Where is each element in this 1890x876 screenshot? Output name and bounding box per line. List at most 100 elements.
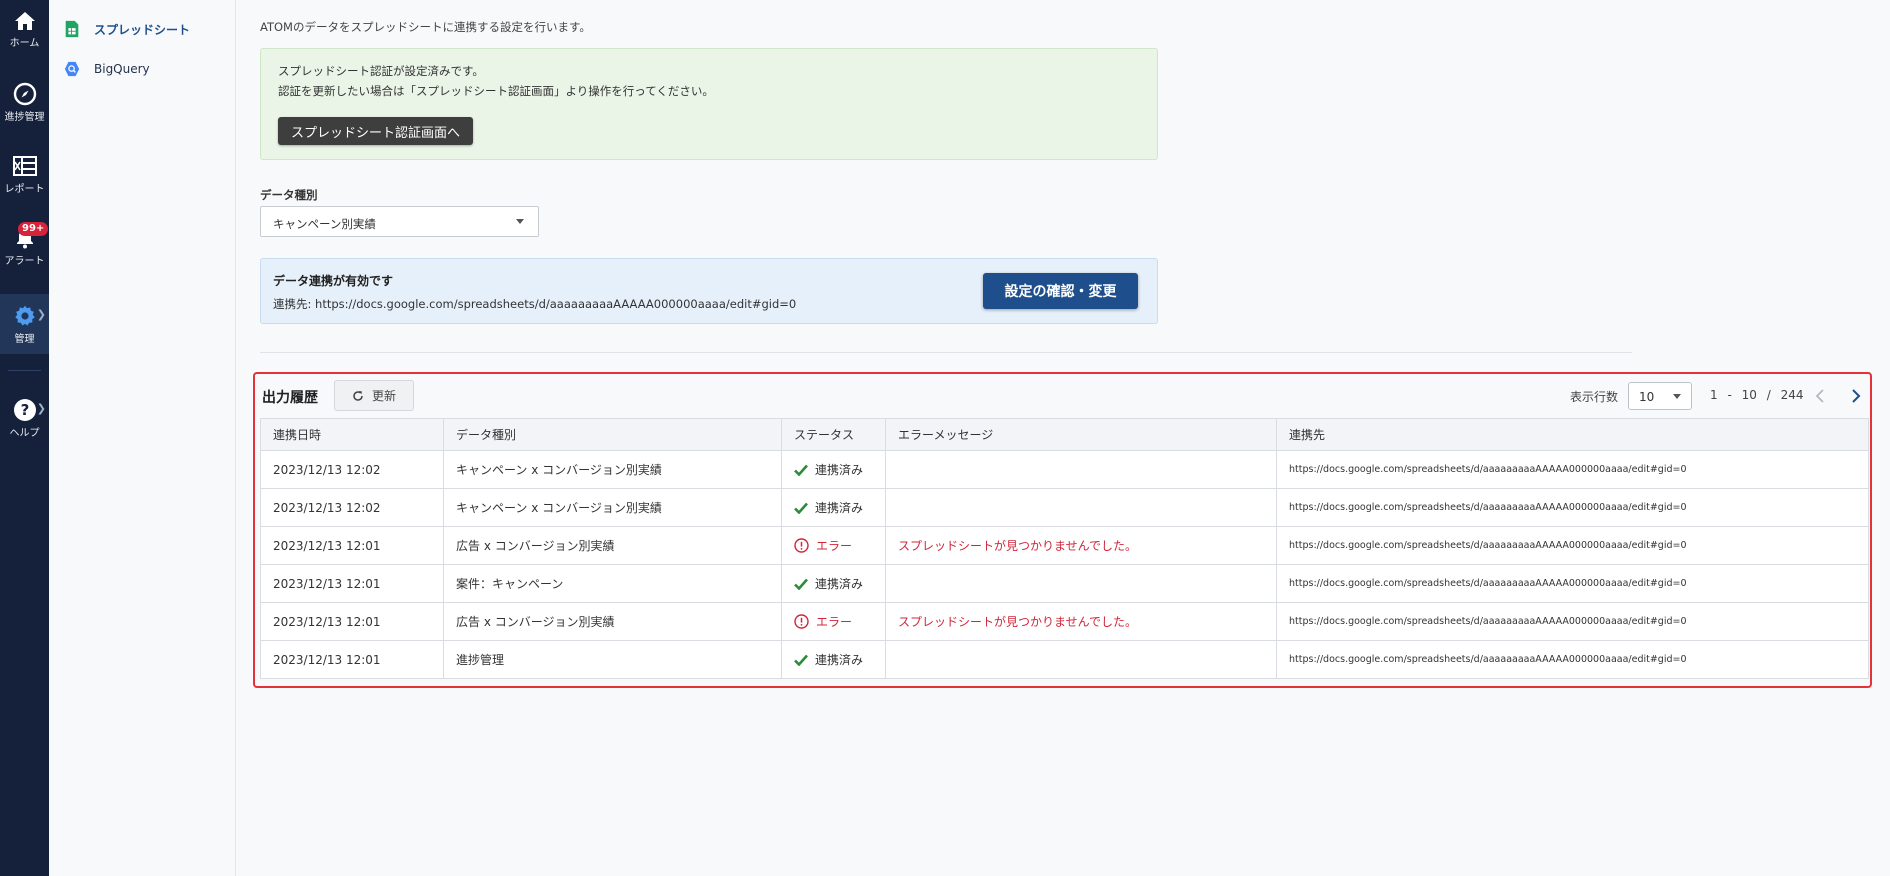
rail-label-alert: アラート: [4, 256, 45, 267]
spreadsheet-icon: [65, 20, 79, 38]
rail-item-report[interactable]: レポート: [0, 144, 49, 204]
table-row: 2023/12/13 12:01 進捗管理 連携済み https://docs.goo…: [260, 640, 1869, 679]
page-range-to: 10: [1741, 388, 1757, 402]
table-row: 2023/12/13 12:01 広告 x コンバージョン別実績 エラー スプレッドシ…: [260, 526, 1869, 565]
chevron-right-icon: ❯: [36, 402, 46, 415]
cell-data-type: 案件：キャンペーン: [443, 564, 782, 603]
rail-label-admin: 管理: [14, 334, 35, 345]
cell-data-type: キャンペーン x コンバージョン別実績: [443, 488, 782, 527]
check-icon: [794, 464, 808, 476]
status-text: 連携済み: [815, 501, 864, 515]
cell-status: 連携済み: [781, 488, 886, 527]
error-circle-icon: [794, 538, 809, 553]
rows-per-page-select[interactable]: 10: [1628, 382, 1692, 410]
cell-data-type: 広告 x コンバージョン別実績: [443, 602, 782, 641]
rail-label-help: ヘルプ: [9, 428, 40, 439]
pagination-info: 1 - 10 / 244: [1710, 388, 1810, 402]
cell-destination-url: https://docs.google.com/spreadsheets/d/a…: [1276, 640, 1869, 679]
svg-text:?: ?: [20, 401, 29, 419]
chevron-right-icon: [1852, 389, 1861, 403]
gear-icon: [14, 305, 35, 326]
next-page-button[interactable]: [1846, 384, 1866, 408]
cell-destination-url: https://docs.google.com/spreadsheets/d/a…: [1276, 488, 1869, 527]
chevron-left-icon: [1815, 389, 1824, 403]
error-circle-icon: [794, 614, 809, 629]
cell-status: エラー: [781, 526, 886, 565]
link-destination-text: 連携先: https://docs.google.com/spreadsheet…: [273, 297, 797, 311]
cell-destination-url: https://docs.google.com/spreadsheets/d/a…: [1276, 564, 1869, 603]
auth-page-button[interactable]: スプレッドシート認証画面へ: [278, 117, 474, 145]
table-row: 2023/12/13 12:01 案件：キャンペーン 連携済み https://doc…: [260, 564, 1869, 603]
rows-per-page-value: 10: [1639, 390, 1655, 404]
bigquery-icon: [64, 61, 80, 77]
column-header-type: データ種別: [443, 418, 782, 451]
column-header-destination: 連携先: [1276, 418, 1869, 451]
rail-label-report: レポート: [4, 184, 45, 195]
alert-count-badge: 99+: [18, 222, 49, 236]
history-table-body: 2023/12/13 12:02 キャンペーン x コンバージョン別実績 連携済み h…: [260, 450, 1869, 679]
previous-page-button[interactable]: [1810, 384, 1830, 408]
table-header-row: 連携日時 データ種別 ステータス エラーメッセージ 連携先: [260, 418, 1869, 451]
cell-status: 連携済み: [781, 640, 886, 679]
auth-status-box: スプレッドシート認証が設定済みです。 認証を更新したい場合は「スプレッドシート認…: [260, 48, 1158, 160]
status-indicator: エラー: [794, 537, 873, 554]
rail-divider: [8, 370, 41, 371]
left-nav-rail: ホーム 進捗管理 レポート 99+ アラート ❯ 管理 ? ❯ ヘルプ: [0, 0, 49, 876]
subnav-label-bigquery: BigQuery: [94, 62, 150, 76]
compass-icon: [13, 82, 36, 106]
cell-date: 2023/12/13 12:01: [260, 640, 444, 679]
status-text: 連携済み: [815, 653, 864, 667]
page-range-slash: /: [1766, 388, 1771, 402]
cell-destination-url: https://docs.google.com/spreadsheets/d/a…: [1276, 602, 1869, 641]
cell-destination-url: https://docs.google.com/spreadsheets/d/a…: [1276, 526, 1869, 565]
refresh-label: 更新: [371, 389, 396, 403]
check-icon: [794, 654, 808, 666]
check-icon: [794, 502, 808, 514]
cell-error-message: [885, 564, 1277, 603]
section-divider: [260, 352, 1632, 353]
auth-status-text: スプレッドシート認証が設定済みです。: [278, 64, 484, 78]
cell-status: エラー: [781, 602, 886, 641]
rail-label-progress: 進捗管理: [4, 112, 45, 123]
subnav-item-spreadsheet[interactable]: スプレッドシート: [64, 18, 190, 40]
cell-error-message: [885, 488, 1277, 527]
rail-item-progress[interactable]: 進捗管理: [0, 72, 49, 132]
cell-status: 連携済み: [781, 564, 886, 603]
cell-date: 2023/12/13 12:01: [260, 526, 444, 565]
link-status-title: データ連携が有効です: [273, 274, 394, 288]
cell-date: 2023/12/13 12:02: [260, 450, 444, 489]
auth-help-text: 認証を更新したい場合は「スプレッドシート認証画面」より操作を行ってください。: [278, 84, 714, 98]
cell-data-type: キャンペーン x コンバージョン別実績: [443, 450, 782, 489]
table-row: 2023/12/13 12:01 広告 x コンバージョン別実績 エラー スプレッドシ…: [260, 602, 1869, 641]
status-text: 連携済み: [815, 463, 864, 477]
cell-date: 2023/12/13 12:01: [260, 564, 444, 603]
rail-item-help[interactable]: ? ❯ ヘルプ: [0, 388, 49, 448]
status-text: エラー: [816, 539, 853, 553]
subnav-label-spreadsheet: スプレッドシート: [94, 22, 191, 37]
cell-status: 連携済み: [781, 450, 886, 489]
data-type-label: データ種別: [260, 188, 318, 202]
status-indicator: 連携済み: [794, 499, 873, 516]
status-indicator: エラー: [794, 613, 873, 630]
column-header-error: エラーメッセージ: [885, 418, 1277, 451]
rail-item-alert[interactable]: 99+ アラート: [0, 216, 49, 276]
help-icon: ?: [13, 399, 36, 421]
page-range-sep: -: [1727, 388, 1732, 402]
settings-subnav: スプレッドシート BigQuery: [49, 0, 236, 876]
table-row: 2023/12/13 12:02 キャンペーン x コンバージョン別実績 連携済み h…: [260, 488, 1869, 527]
rail-item-home[interactable]: ホーム: [0, 0, 49, 60]
link-status-box: データ連携が有効です 連携先: https://docs.google.com/…: [260, 258, 1158, 324]
confirm-settings-button[interactable]: 設定の確認・変更: [983, 273, 1138, 309]
cell-destination-url: https://docs.google.com/spreadsheets/d/a…: [1276, 450, 1869, 489]
status-indicator: 連携済み: [794, 651, 873, 668]
history-table: 連携日時 データ種別 ステータス エラーメッセージ 連携先 2023/12/13…: [260, 418, 1869, 679]
rail-label-home: ホーム: [9, 38, 40, 49]
refresh-button[interactable]: 更新: [334, 380, 414, 411]
rail-item-admin[interactable]: ❯ 管理: [0, 294, 49, 354]
caret-down-icon: [1673, 394, 1681, 399]
subnav-item-bigquery[interactable]: BigQuery: [64, 58, 150, 80]
cell-date: 2023/12/13 12:01: [260, 602, 444, 641]
cell-error-message: [885, 640, 1277, 679]
data-type-select[interactable]: キャンペーン別実績: [260, 206, 539, 237]
refresh-icon: [353, 390, 363, 401]
